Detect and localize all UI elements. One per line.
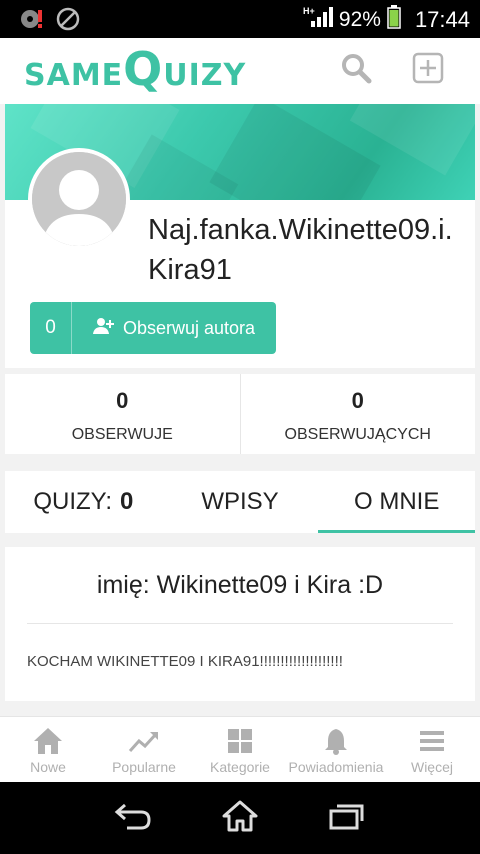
tab-quizzes-label: QUIZY: [33,488,112,515]
tab-posts[interactable]: WPISY [162,471,319,533]
menu-icon [418,727,446,755]
avatar[interactable] [28,148,130,250]
app-header: sameQuizy [0,38,480,104]
back-button[interactable] [111,796,155,840]
about-body: KOCHAM WIKINETTE09 I KIRA91!!!!!!!!!!!!!… [27,653,343,670]
bell-icon [322,727,350,755]
follow-author-button[interactable]: 0 Obserwuj autora [30,302,276,354]
home-system-button[interactable] [218,796,262,840]
search-icon [340,52,372,89]
nav-popular-label: Popularne [112,759,176,775]
profile-tabs: QUIZY: 0 WPISY O MNIE [5,471,475,533]
nav-categories[interactable]: Kategorie [192,717,288,782]
tab-quizzes-count: 0 [120,488,134,515]
logo-q: Q [123,42,164,96]
stat-following[interactable]: 0 OBSERWUJE [5,374,240,454]
clock: 17:44 [414,7,470,32]
follow-stats: 0 OBSERWUJE 0 OBSERWUJĄCYCH [5,374,475,454]
signal-icon: H+ [303,5,333,35]
media-notification-icon [20,7,44,31]
nav-more[interactable]: Więcej [384,717,480,782]
nav-new[interactable]: Nowe [0,717,96,782]
bottom-nav: Nowe Popularne Kategorie Powiadomienia W… [0,716,480,782]
blocked-notification-icon [56,7,80,31]
trending-icon [128,727,160,755]
follower-count: 0 [30,302,72,354]
nav-new-label: Nowe [30,759,66,775]
grid-icon [226,727,254,755]
stat-following-value: 0 [116,388,129,413]
home-icon [33,727,63,755]
add-user-icon [92,317,115,340]
status-bar: H+ 92% 17:44 [0,0,480,38]
battery-percent: 92% [338,8,381,31]
app-logo[interactable]: sameQuizy [24,42,246,96]
home-outline-icon [221,799,259,838]
stat-following-label: OBSERWUJE [71,426,173,443]
stat-followers[interactable]: 0 OBSERWUJĄCYCH [239,374,476,454]
follow-action: Obserwuj autora [72,302,276,354]
follow-label: Obserwuj autora [122,317,256,338]
stat-followers-label: OBSERWUJĄCYCH [284,426,431,443]
nav-categories-label: Kategorie [210,759,270,775]
network-type: H+ [303,6,315,16]
logo-prefix: same [24,58,124,93]
stat-followers-value: 0 [351,388,364,413]
tab-about-label: O MNIE [354,488,440,515]
tab-posts-label: WPISY [201,488,279,515]
recent-apps-button[interactable] [325,796,369,840]
about-heading: imię: Wikinette09 i Kira :D [96,571,384,599]
divider [27,623,453,624]
nav-notifications-label: Powiadomienia [288,759,384,775]
recent-apps-icon [328,801,366,836]
logo-suffix: uizy [163,58,247,93]
tab-quizzes[interactable]: QUIZY: 0 [5,471,162,533]
user-silhouette-icon [32,152,126,246]
system-nav-bar [0,782,480,854]
search-button[interactable] [338,52,374,88]
back-icon [113,801,153,836]
add-button[interactable] [410,52,446,88]
add-icon [412,52,444,89]
battery-icon [387,5,401,35]
about-card: imię: Wikinette09 i Kira :D KOCHAM WIKIN… [5,547,475,701]
nav-notifications[interactable]: Powiadomienia [288,717,384,782]
tab-about[interactable]: O MNIE [318,471,475,533]
nav-popular[interactable]: Popularne [96,717,192,782]
profile-username: Naj.fanka.Wikinette09.i.Kira91 [148,214,453,286]
nav-more-label: Więcej [410,759,453,775]
